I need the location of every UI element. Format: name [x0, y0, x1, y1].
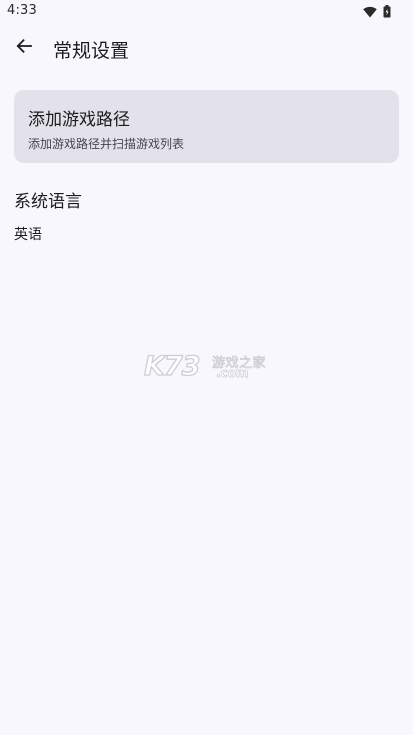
- back-button[interactable]: [10, 34, 38, 62]
- app-bar: 常规设置: [0, 26, 413, 70]
- wifi-icon: [363, 3, 377, 22]
- watermark-domain: .com: [216, 366, 249, 381]
- watermark-logo: K73 游戏之家 .com: [143, 350, 270, 383]
- arrow-back-icon: [15, 37, 33, 59]
- status-icons: [363, 3, 391, 22]
- system-language-value[interactable]: 英语: [14, 224, 42, 244]
- watermark-brand: K73: [143, 350, 201, 382]
- add-game-path-subtitle: 添加游戏路径并扫描游戏列表: [28, 137, 185, 151]
- page-title: 常规设置: [53, 40, 130, 62]
- add-game-path-title: 添加游戏路径: [28, 110, 130, 130]
- status-time: 4:33: [7, 3, 37, 18]
- battery-icon: [383, 3, 391, 22]
- add-game-path-card[interactable]: 添加游戏路径 添加游戏路径并扫描游戏列表: [14, 90, 399, 163]
- system-language-heading: 系统语言: [14, 192, 82, 212]
- status-bar: 4:33: [0, 0, 413, 22]
